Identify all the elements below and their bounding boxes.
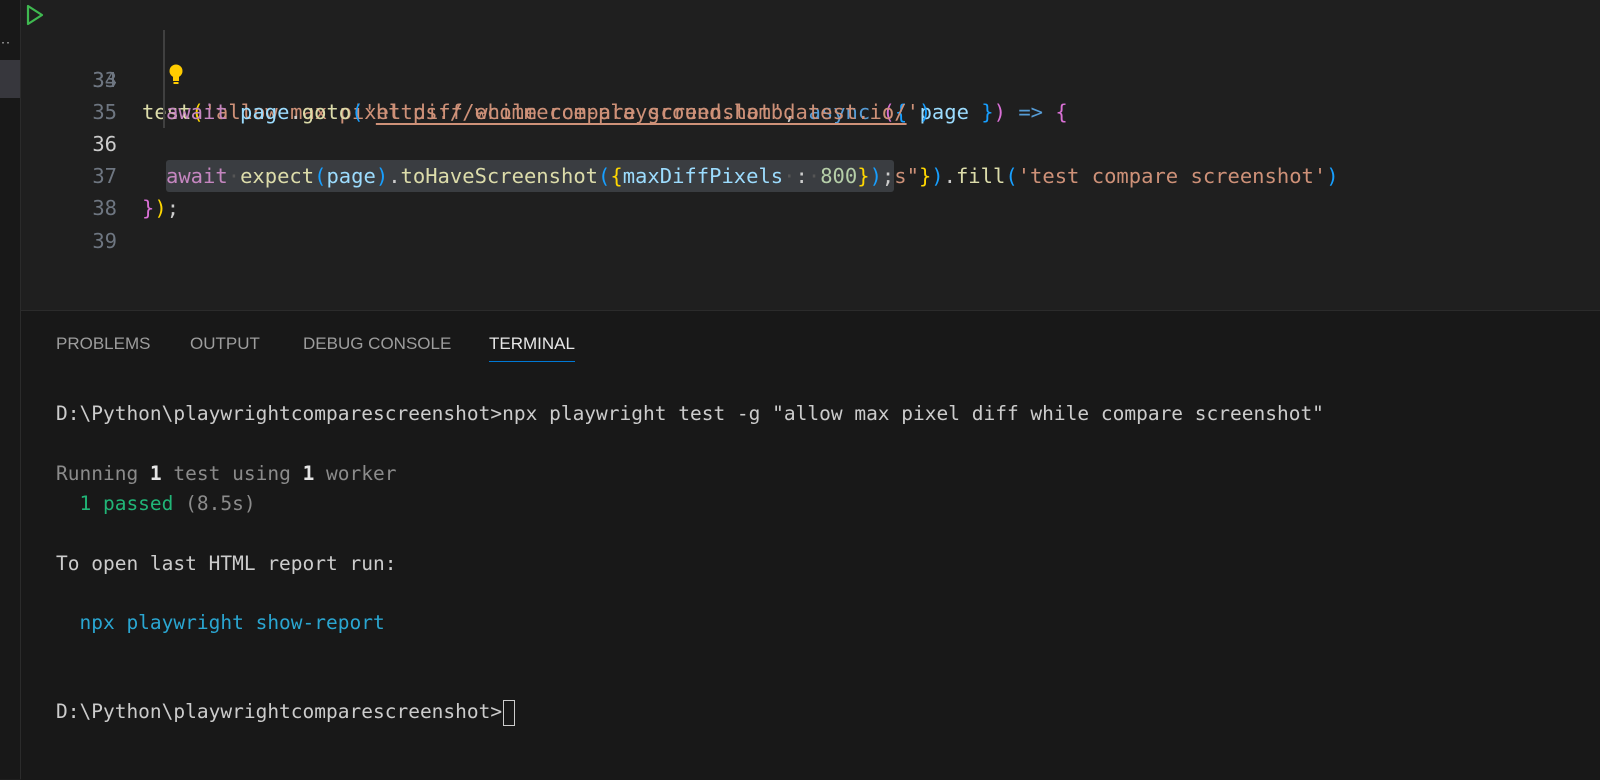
selected-item[interactable]	[0, 60, 20, 98]
code-line: 37 });	[21, 128, 1600, 220]
terminal-running-line: Running 1 test using 1 worker	[56, 462, 397, 485]
terminal-prompt: D:\Python\playwrightcomparescreenshot>	[56, 402, 503, 425]
terminal-command-line: D:\Python\playwrightcomparescreenshot>np…	[56, 399, 1324, 429]
code-editor[interactable]: 33 test('allow max pixel diff while comp…	[21, 0, 1600, 309]
terminal-passed-line: 1 passed (8.5s)	[56, 489, 256, 519]
terminal-cursor	[503, 699, 516, 726]
line-number: 39	[92, 229, 117, 253]
activity-strip: ··	[0, 0, 21, 779]
tab-problems[interactable]: PROBLEMS	[56, 327, 150, 361]
terminal-input-line[interactable]: D:\Python\playwrightcomparescreenshot>	[56, 697, 516, 727]
code-line: 33 test('allow max pixel diff while comp…	[21, 0, 1600, 124]
more-icon[interactable]: ··	[0, 39, 14, 49]
tab-debug-console[interactable]: DEBUG CONSOLE	[303, 327, 451, 361]
terminal-report-command[interactable]: npx playwright show-report	[56, 608, 384, 638]
code-line: 39	[21, 193, 1600, 253]
terminal-report-hint: To open last HTML report run:	[56, 552, 397, 575]
code-line: 35 await page.getByRole("textbox", {name…	[21, 64, 1600, 188]
duration: (8.5s)	[173, 492, 256, 515]
lightbulb-icon[interactable]	[169, 64, 183, 86]
tab-terminal[interactable]: TERMINAL	[489, 327, 575, 362]
code-line: 38	[21, 160, 1600, 220]
terminal-command: npx playwright test -g "allow max pixel …	[502, 402, 1324, 425]
code-line-active: 36 await·expect(page).toHaveScreenshot({…	[21, 96, 1600, 192]
code-line: 34 await page.goto('https://ecommerce-pl…	[21, 32, 1600, 124]
run-test-icon[interactable]	[25, 4, 45, 26]
bottom-panel: PROBLEMS OUTPUT DEBUG CONSOLE TERMINAL D…	[21, 310, 1600, 780]
terminal-prompt: D:\Python\playwrightcomparescreenshot>	[56, 700, 503, 723]
passed-status: 1 passed	[56, 492, 174, 515]
tab-output[interactable]: OUTPUT	[190, 327, 260, 361]
